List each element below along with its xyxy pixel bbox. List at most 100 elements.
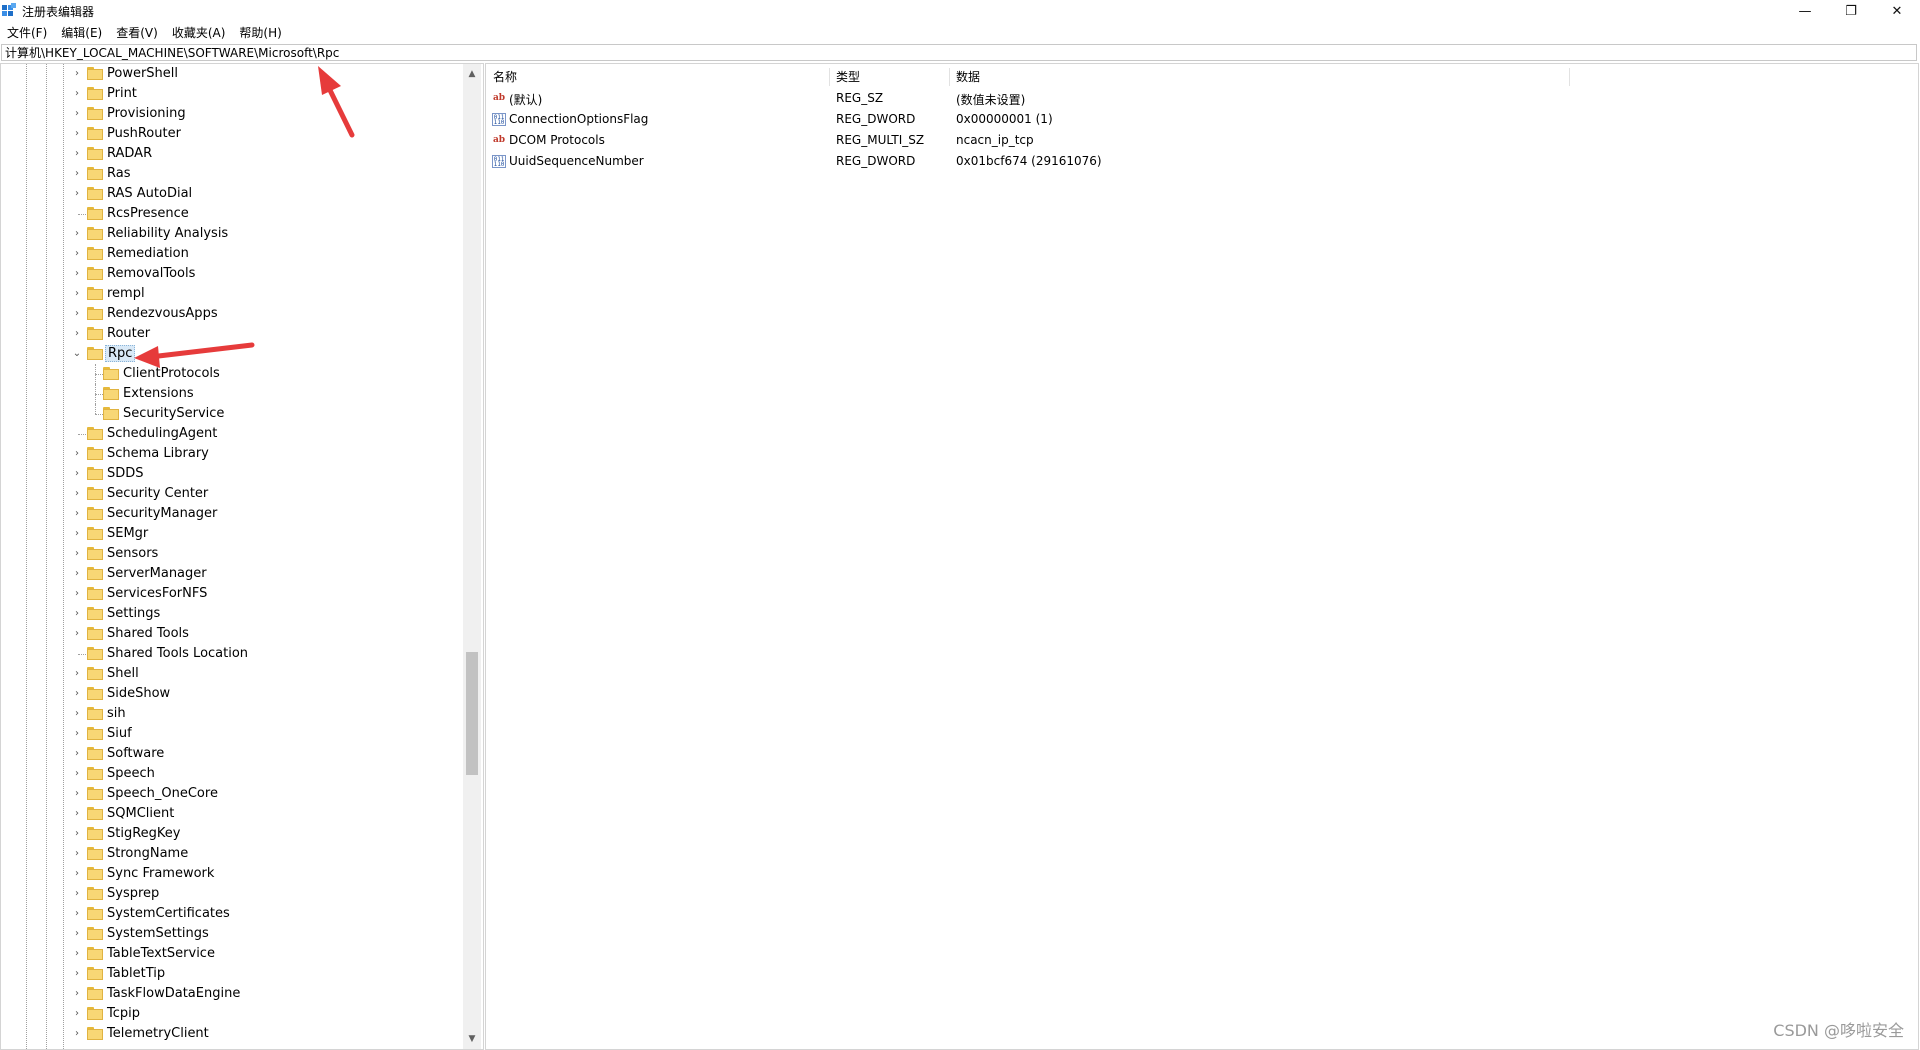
chevron-right-icon[interactable]: › <box>71 1027 83 1041</box>
chevron-right-icon[interactable]: › <box>71 927 83 941</box>
column-type-header[interactable]: 类型 <box>829 68 860 86</box>
tree-item[interactable]: › PowerShell <box>1 64 461 84</box>
scroll-thumb[interactable] <box>466 652 478 775</box>
chevron-right-icon[interactable]: › <box>71 507 83 521</box>
column-divider[interactable] <box>1569 68 1570 86</box>
tree-item[interactable]: SecurityService <box>1 404 461 424</box>
menu-file[interactable]: 文件(F) <box>0 22 54 42</box>
tree-item[interactable]: › Siuf <box>1 724 461 744</box>
chevron-right-icon[interactable]: › <box>71 707 83 721</box>
tree-item[interactable]: › RemovalTools <box>1 264 461 284</box>
chevron-right-icon[interactable]: › <box>71 767 83 781</box>
chevron-right-icon[interactable]: › <box>71 127 83 141</box>
tree-item[interactable]: › RAS AutoDial <box>1 184 461 204</box>
chevron-right-icon[interactable]: › <box>71 247 83 261</box>
chevron-right-icon[interactable]: › <box>71 987 83 1001</box>
tree-item[interactable]: › Schema Library <box>1 444 461 464</box>
chevron-right-icon[interactable]: › <box>71 887 83 901</box>
tree-scrollbar[interactable]: ▲ ▼ <box>463 64 481 1049</box>
minimize-button[interactable]: — <box>1782 0 1828 22</box>
chevron-right-icon[interactable]: › <box>71 267 83 281</box>
tree-item[interactable]: › SystemCertificates <box>1 904 461 924</box>
tree-item[interactable]: Shared Tools Location <box>1 644 461 664</box>
tree-item[interactable]: Extensions <box>1 384 461 404</box>
address-bar[interactable]: 计算机\HKEY_LOCAL_MACHINE\SOFTWARE\Microsof… <box>1 44 1917 61</box>
tree-item[interactable]: › SecurityManager <box>1 504 461 524</box>
chevron-right-icon[interactable]: › <box>71 607 83 621</box>
value-row[interactable]: 011 110 UuidSequenceNumber REG_DWORD 0x01bc… <box>486 151 1918 172</box>
tree-item[interactable]: › sih <box>1 704 461 724</box>
chevron-right-icon[interactable]: › <box>71 867 83 881</box>
tree-item[interactable]: › PushRouter <box>1 124 461 144</box>
chevron-right-icon[interactable]: › <box>71 287 83 301</box>
tree-item[interactable]: › SideShow <box>1 684 461 704</box>
tree-item[interactable]: › Router <box>1 324 461 344</box>
chevron-right-icon[interactable]: › <box>71 327 83 341</box>
chevron-right-icon[interactable]: › <box>71 187 83 201</box>
tree-item[interactable]: › Remediation <box>1 244 461 264</box>
chevron-right-icon[interactable]: › <box>71 307 83 321</box>
chevron-right-icon[interactable]: › <box>71 167 83 181</box>
tree-item[interactable]: › TaskFlowDataEngine <box>1 984 461 1004</box>
tree-item[interactable]: › Sysprep <box>1 884 461 904</box>
chevron-right-icon[interactable]: › <box>71 687 83 701</box>
tree-item[interactable]: › TableTextService <box>1 944 461 964</box>
chevron-right-icon[interactable]: › <box>71 1007 83 1021</box>
menu-help[interactable]: 帮助(H) <box>232 22 288 42</box>
tree-item[interactable]: › Sync Framework <box>1 864 461 884</box>
tree-item[interactable]: › Provisioning <box>1 104 461 124</box>
menu-favorites[interactable]: 收藏夹(A) <box>165 22 233 42</box>
tree-item[interactable]: › SQMClient <box>1 804 461 824</box>
chevron-right-icon[interactable]: › <box>71 667 83 681</box>
tree-item[interactable]: ⌄ Rpc <box>1 344 461 364</box>
tree-item[interactable]: ClientProtocols <box>1 364 461 384</box>
tree-item[interactable]: › Shell <box>1 664 461 684</box>
chevron-right-icon[interactable]: › <box>71 447 83 461</box>
tree-item[interactable]: › Software <box>1 744 461 764</box>
tree-item[interactable]: SchedulingAgent <box>1 424 461 444</box>
tree-item[interactable]: › Tcpip <box>1 1004 461 1024</box>
column-data-header[interactable]: 数据 <box>949 68 980 86</box>
chevron-right-icon[interactable]: › <box>71 467 83 481</box>
tree-item[interactable]: › StrongName <box>1 844 461 864</box>
tree-item[interactable]: › SDDS <box>1 464 461 484</box>
close-button[interactable]: ✕ <box>1874 0 1920 22</box>
tree-item[interactable]: › RendezvousApps <box>1 304 461 324</box>
tree-item[interactable]: › Ras <box>1 164 461 184</box>
chevron-right-icon[interactable]: › <box>71 907 83 921</box>
chevron-right-icon[interactable]: › <box>71 147 83 161</box>
tree-item[interactable]: › Speech <box>1 764 461 784</box>
menu-view[interactable]: 查看(V) <box>109 22 165 42</box>
chevron-right-icon[interactable]: › <box>71 227 83 241</box>
chevron-right-icon[interactable]: › <box>71 827 83 841</box>
chevron-right-icon[interactable]: › <box>71 527 83 541</box>
chevron-right-icon[interactable]: › <box>71 567 83 581</box>
tree-item[interactable]: › rempl <box>1 284 461 304</box>
tree-item[interactable]: › StigRegKey <box>1 824 461 844</box>
chevron-right-icon[interactable]: › <box>71 727 83 741</box>
chevron-right-icon[interactable]: › <box>71 87 83 101</box>
chevron-right-icon[interactable]: › <box>71 747 83 761</box>
tree-item[interactable]: RcsPresence <box>1 204 461 224</box>
value-row[interactable]: ab (默认) REG_SZ (数值未设置) <box>486 88 1918 109</box>
tree-item[interactable]: › TabletTip <box>1 964 461 984</box>
value-row[interactable]: 011 110 ConnectionOptionsFlag REG_DWORD 0x0… <box>486 109 1918 130</box>
tree-item[interactable]: › Speech_OneCore <box>1 784 461 804</box>
chevron-right-icon[interactable]: › <box>71 67 83 81</box>
tree-item[interactable]: › TelemetryClient <box>1 1024 461 1044</box>
chevron-right-icon[interactable]: › <box>71 487 83 501</box>
column-name-header[interactable]: 名称 <box>486 68 517 86</box>
scroll-down-icon[interactable]: ▼ <box>463 1031 481 1047</box>
menu-edit[interactable]: 编辑(E) <box>54 22 109 42</box>
chevron-right-icon[interactable]: › <box>71 547 83 561</box>
chevron-right-icon[interactable]: › <box>71 587 83 601</box>
chevron-down-icon[interactable]: ⌄ <box>71 347 83 361</box>
scroll-up-icon[interactable]: ▲ <box>463 66 481 82</box>
tree-item[interactable]: › Settings <box>1 604 461 624</box>
tree-item[interactable]: › Shared Tools <box>1 624 461 644</box>
chevron-right-icon[interactable]: › <box>71 807 83 821</box>
title-bar[interactable]: 注册表编辑器 — ❐ ✕ <box>0 0 1920 22</box>
chevron-right-icon[interactable]: › <box>71 967 83 981</box>
chevron-right-icon[interactable]: › <box>71 787 83 801</box>
tree-item[interactable]: › SystemSettings <box>1 924 461 944</box>
